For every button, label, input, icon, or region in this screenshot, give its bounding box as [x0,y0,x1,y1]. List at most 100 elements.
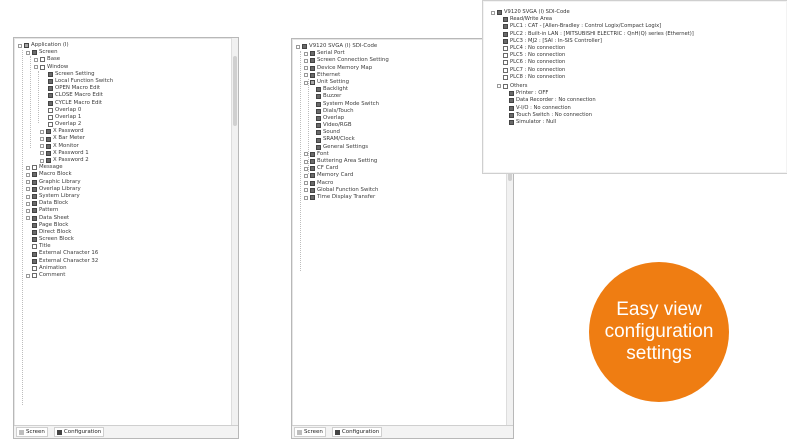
tree-node[interactable]: CF Card [296,165,509,172]
tree-node[interactable]: Direct Block [18,229,234,236]
tree-node[interactable]: X Password [18,128,234,135]
expander-icon[interactable] [304,51,308,56]
tree-node[interactable]: X Bar Meter [18,135,234,142]
tree-node[interactable]: Unit Setting [296,79,509,86]
expander-icon[interactable] [40,129,44,134]
tab-configuration[interactable]: Configuration [331,427,383,437]
details-node[interactable]: PLC5 : No connection [491,52,779,59]
expander-icon[interactable] [26,208,30,213]
tree-node[interactable]: X Password 2 [18,157,234,164]
expander-icon[interactable] [26,187,30,192]
expander-icon[interactable] [304,66,308,71]
details-node[interactable]: PLC7 : No connection [491,67,779,74]
expander-icon[interactable] [304,80,308,85]
expander-icon[interactable] [34,65,38,70]
expander-icon[interactable] [40,137,44,142]
tree-node[interactable]: Memory Card [296,172,509,179]
expander-icon[interactable] [26,50,30,55]
expander-icon[interactable] [18,43,22,48]
tree-node[interactable]: General Settings [296,144,509,151]
tree-node[interactable]: Local Function Switch [18,78,234,85]
expander-icon[interactable] [26,201,30,206]
tree-node[interactable]: Message [18,164,234,171]
tree-node[interactable]: Overlap 2 [18,121,234,128]
details-node[interactable]: Simulator : Null [491,119,779,126]
expander-icon[interactable] [491,10,495,15]
tree-node[interactable]: Data Block [18,200,234,207]
tree-node[interactable]: Window [18,64,234,71]
details-node[interactable]: PLC4 : No connection [491,45,779,52]
tree-node[interactable]: Time Display Transfer [296,194,509,201]
tree-node[interactable]: Macro [296,180,509,187]
tree-node[interactable]: Comment [18,272,234,279]
tree-node[interactable]: Screen Connection Setting [296,57,509,64]
expander-icon[interactable] [40,151,44,156]
expander-icon[interactable] [304,73,308,78]
expander-icon[interactable] [304,152,308,157]
expander-icon[interactable] [26,273,30,278]
tree-node[interactable]: Pattern [18,207,234,214]
tree-node[interactable]: SRAM/Clock [296,136,509,143]
tree-node[interactable]: Data Sheet [18,215,234,222]
expander-icon[interactable] [26,216,30,221]
tree-node[interactable]: System Mode Switch [296,101,509,108]
tree-node[interactable]: Overlap [296,115,509,122]
tree-node[interactable]: OPEN Macro Edit [18,85,234,92]
expander-icon[interactable] [497,84,501,89]
expander-icon[interactable] [26,172,30,177]
tree-node[interactable]: Animation [18,265,234,272]
tree-node[interactable]: Overlap 0 [18,107,234,114]
expander-icon[interactable] [304,181,308,186]
tree-node[interactable]: Overlap Library [18,186,234,193]
tree-node[interactable]: Screen Setting [18,71,234,78]
tree-node[interactable]: Buzzer [296,93,509,100]
expander-icon[interactable] [304,195,308,200]
details-node[interactable]: Data Recorder : No connection [491,97,779,104]
expander-icon[interactable] [26,165,30,170]
tree-node[interactable]: Base [18,56,234,63]
details-node[interactable]: PLC3 : MJ2 : [SAI : In-SIS Controller] [491,38,779,45]
tree-node[interactable]: X Password 1 [18,150,234,157]
tree-node[interactable]: Macro Block [18,171,234,178]
tree-node[interactable]: Screen Block [18,236,234,243]
expander-icon[interactable] [304,166,308,171]
details-node[interactable]: Others [491,83,779,90]
tree-node[interactable]: V9120 SVGA (I) SDI-Code [296,43,509,50]
details-node[interactable]: Read/Write Area [491,16,779,23]
tree-node[interactable]: Device Memory Map [296,65,509,72]
tree-node[interactable]: Font [296,151,509,158]
tree-node[interactable]: Title [18,243,234,250]
tree-node[interactable]: Overlap 1 [18,114,234,121]
expander-icon[interactable] [40,158,44,163]
tree-node[interactable]: External Character 16 [18,250,234,257]
details-node[interactable]: V-I/O : No connection [491,104,779,111]
tab-screen[interactable]: Screen [294,427,326,437]
tree-node[interactable]: External Character 32 [18,258,234,265]
tree-node[interactable]: Serial Port [296,50,509,57]
expander-icon[interactable] [296,44,300,49]
details-node[interactable]: Touch Switch : No connection [491,112,779,119]
tab-screen[interactable]: Screen [16,427,48,437]
details-node[interactable]: PLC8 : No connection [491,74,779,81]
tree-node[interactable]: Video/RGB [296,122,509,129]
tree-node[interactable]: Global Function Switch [296,187,509,194]
tree-node[interactable]: Graphic Library [18,179,234,186]
expander-icon[interactable] [26,180,30,185]
tree-node[interactable]: X Monitor [18,143,234,150]
tree-node[interactable]: CLOSE Macro Edit [18,92,234,99]
details-node[interactable]: V9120 SVGA (I) SDI-Code [491,9,779,16]
expander-icon[interactable] [40,144,44,149]
tree-node[interactable]: Application (I) [18,42,234,49]
expander-icon[interactable] [304,173,308,178]
tree-node[interactable]: Page Block [18,222,234,229]
details-node[interactable]: PLC1 : CAT - [Allen-Bradley : Control Lo… [491,23,779,30]
details-node[interactable]: PLC6 : No connection [491,59,779,66]
expander-icon[interactable] [26,194,30,199]
tree-node[interactable]: Dials/Touch [296,108,509,115]
expander-icon[interactable] [34,57,38,62]
tree-node[interactable]: System Library [18,193,234,200]
details-node[interactable]: PLC2 : Built-in LAN : [MITSUBISHI ELECTR… [491,31,779,38]
tree-node[interactable]: CYCLE Macro Edit [18,100,234,107]
tree-node[interactable]: Backlight [296,86,509,93]
details-node[interactable]: Printer : OFF [491,90,779,97]
